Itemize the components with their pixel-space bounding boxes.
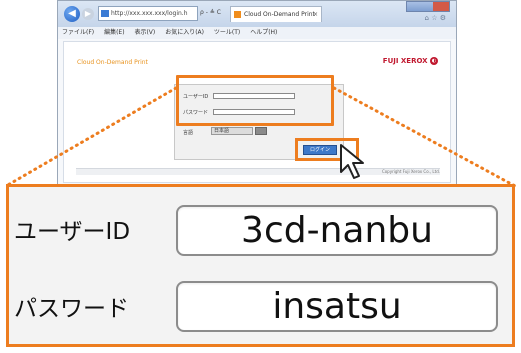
mouse-pointer-icon <box>340 144 364 179</box>
highlight-login-fields <box>176 75 334 126</box>
user-id-label: ユーザーID <box>14 219 131 245</box>
password-field[interactable]: insatsu <box>176 281 498 332</box>
user-id-field[interactable]: 3cd-nanbu <box>176 205 498 256</box>
password-label: パスワード <box>14 296 129 322</box>
